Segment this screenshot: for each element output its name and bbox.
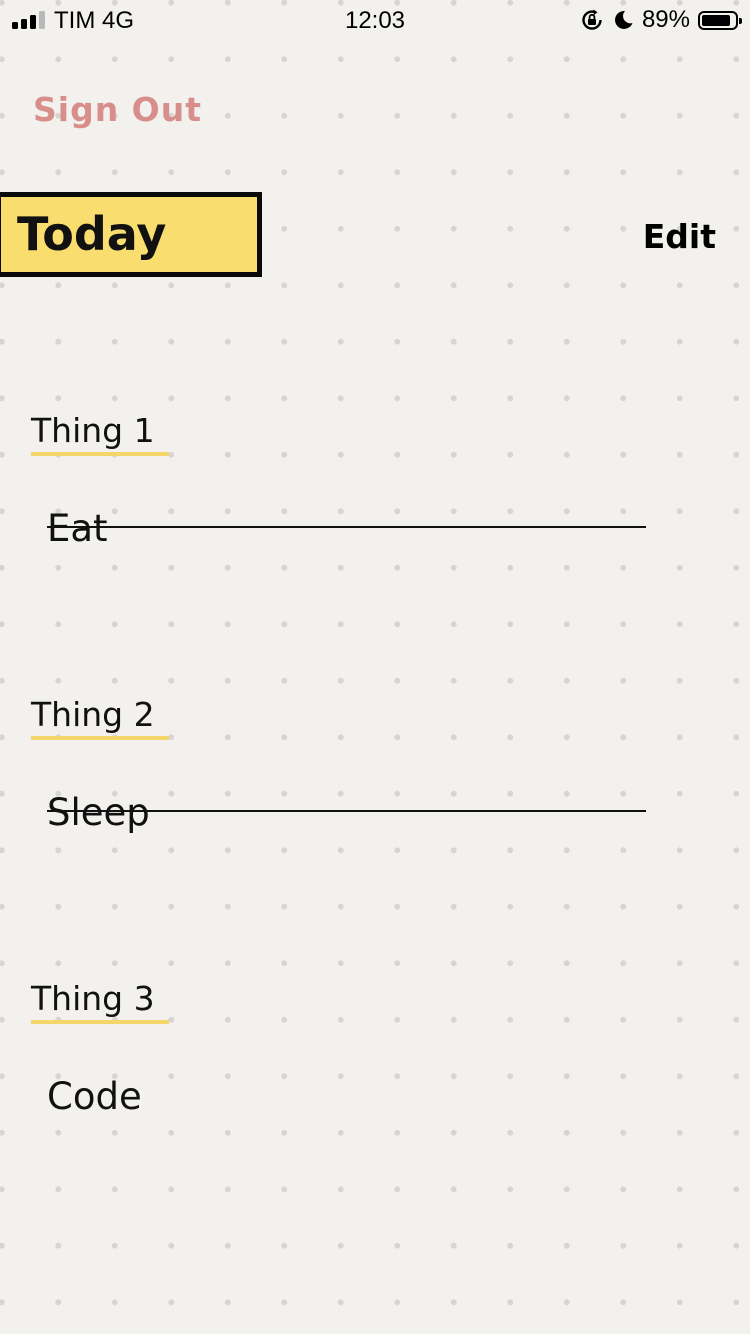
moon-icon xyxy=(614,10,633,29)
status-bar: TIM 4G 12:03 89% xyxy=(0,0,750,40)
thing-1-label: Thing 1 xyxy=(31,411,169,456)
battery-percent: 89% xyxy=(641,6,690,33)
battery-icon xyxy=(698,10,742,30)
page-title: Today xyxy=(17,207,167,261)
thing-2-value[interactable]: Sleep xyxy=(47,791,150,834)
thing-3-label: Thing 3 xyxy=(31,979,169,1024)
thing-3-value[interactable]: Code xyxy=(47,1075,142,1118)
orientation-lock-icon xyxy=(582,9,602,30)
thing-1-value[interactable]: Eat xyxy=(47,507,108,550)
thing-1-strikethrough xyxy=(47,526,646,528)
thing-2-label: Thing 2 xyxy=(31,695,169,740)
thing-2-strikethrough xyxy=(47,810,646,812)
today-title-highlight: Today xyxy=(0,192,262,277)
edit-button[interactable]: Edit xyxy=(643,217,716,256)
sign-out-button[interactable]: Sign Out xyxy=(33,90,202,129)
